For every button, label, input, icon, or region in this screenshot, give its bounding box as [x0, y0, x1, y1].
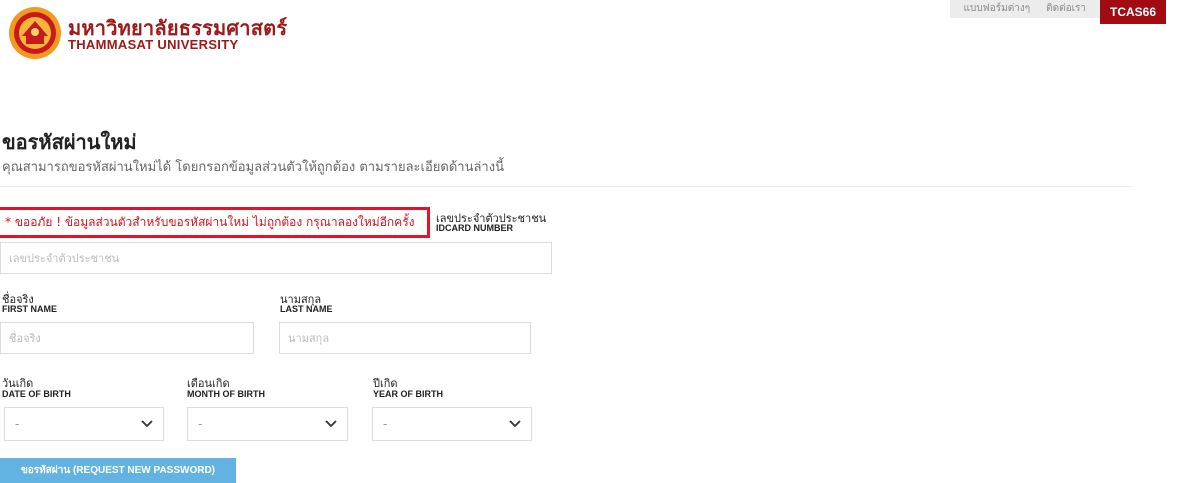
secondary-nav: แบบฟอร์มต่างๆ ติดต่อเรา	[949, 0, 1100, 18]
top-navigation: แบบฟอร์มต่างๆ ติดต่อเรา TCAS66	[949, 0, 1166, 24]
first-name-input[interactable]	[0, 322, 254, 354]
page-subtitle: คุณสามารถขอรหัสผ่านใหม่ได้ โดยกรอกข้อมูล…	[2, 160, 504, 175]
year-select[interactable]: -	[372, 407, 532, 441]
chevron-down-icon	[509, 420, 521, 428]
month-label-english: MONTH OF BIRTH	[187, 389, 265, 399]
brand-name-english[interactable]: THAMMASAT UNIVERSITY	[68, 37, 238, 52]
chevron-down-icon	[325, 420, 337, 428]
page-title: ขอรหัสผ่านใหม่	[2, 130, 137, 154]
university-seal-icon[interactable]	[8, 6, 62, 60]
month-select[interactable]: -	[187, 407, 348, 441]
last-name-label-english: LAST NAME	[280, 304, 333, 314]
idcard-label-english: IDCARD NUMBER	[436, 223, 513, 233]
idcard-input[interactable]	[0, 242, 552, 274]
day-select[interactable]: -	[4, 407, 164, 441]
day-label-english: DATE OF BIRTH	[2, 389, 71, 399]
month-selected-value: -	[198, 417, 203, 431]
error-message: * ขออภัย ! ข้อมูลส่วนตัวสำหรับขอรหัสผ่าน…	[0, 207, 430, 238]
tcas-tab[interactable]: TCAS66	[1100, 0, 1166, 24]
last-name-input[interactable]	[279, 322, 531, 354]
first-name-label-english: FIRST NAME	[2, 304, 57, 314]
year-selected-value: -	[383, 417, 388, 431]
nav-forms-link[interactable]: แบบฟอร์มต่างๆ	[955, 0, 1039, 18]
divider	[0, 186, 1132, 187]
nav-contact-link[interactable]: ติดต่อเรา	[1038, 0, 1094, 18]
request-password-button[interactable]: ขอรหัสผ่าน (REQUEST NEW PASSWORD)	[0, 458, 236, 483]
chevron-down-icon	[141, 420, 153, 428]
year-label-english: YEAR OF BIRTH	[373, 389, 444, 399]
day-selected-value: -	[15, 417, 20, 431]
